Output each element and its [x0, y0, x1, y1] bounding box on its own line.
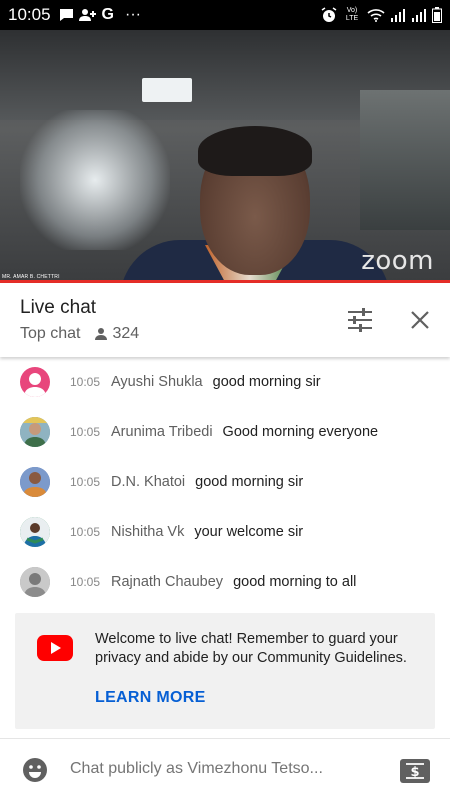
wifi-icon [367, 6, 385, 24]
avatar[interactable] [20, 417, 50, 447]
message-author[interactable]: Arunima Tribedi [111, 424, 213, 440]
welcome-message: Welcome to live chat! Remember to guard … [95, 631, 407, 666]
chat-mode-label: Top chat [20, 325, 81, 342]
video-player[interactable]: zoom MR. AMAR B. CHETTRI [0, 30, 450, 280]
message-icon [59, 6, 74, 24]
message-time: 10:05 [70, 425, 101, 439]
viewer-count-value: 324 [112, 325, 140, 342]
chat-message: 10:05 Nishitha Vk your welcome sir [0, 507, 450, 557]
signal-icon [390, 6, 406, 24]
viewer-count: 324 [94, 325, 139, 343]
superchat-icon[interactable]: $ [400, 759, 430, 783]
avatar[interactable] [20, 567, 50, 597]
message-text: Good morning everyone [222, 424, 379, 440]
signal-icon [411, 6, 427, 24]
avatar[interactable] [20, 367, 50, 397]
video-frame-light [142, 78, 192, 102]
more-icon: ··· [125, 6, 141, 23]
message-author[interactable]: Rajnath Chaubey [111, 574, 223, 590]
welcome-card: Welcome to live chat! Remember to guard … [15, 613, 435, 729]
emoji-icon[interactable] [22, 757, 48, 783]
message-text: good morning sir [212, 374, 321, 390]
video-frame-window [360, 90, 450, 230]
status-time: 10:05 [8, 5, 51, 24]
message-text: good morning sir [195, 474, 304, 490]
message-text: good morning to all [233, 574, 357, 590]
alarm-icon [321, 6, 337, 24]
live-chat-title: Live chat [20, 297, 97, 318]
status-bar: 10:05 G ··· Vo) LTE [0, 0, 450, 30]
message-author[interactable]: Ayushi Shukla [111, 374, 203, 390]
chat-message: 10:05 Arunima Tribedi Good morning everyo… [0, 407, 450, 457]
svg-text:$: $ [410, 765, 419, 780]
message-time: 10:05 [70, 375, 101, 389]
chat-mode-selector[interactable]: Top chat 324 [20, 325, 139, 343]
youtube-logo-icon [37, 635, 73, 661]
message-time: 10:05 [70, 525, 101, 539]
tune-icon[interactable] [345, 305, 375, 335]
chat-message: 10:05 Rajnath Chaubey good morning to all [0, 557, 450, 607]
chat-input-bar: $ [0, 738, 450, 800]
person-icon [95, 328, 108, 340]
battery-icon [432, 6, 442, 24]
message-time: 10:05 [70, 575, 101, 589]
chat-message-input[interactable] [70, 760, 370, 778]
message-author[interactable]: Nishitha Vk [111, 524, 184, 540]
message-text: your welcome sir [194, 524, 304, 540]
avatar[interactable] [20, 517, 50, 547]
volte-icon: Vo) LTE [345, 7, 359, 22]
video-frame-glow [20, 110, 170, 250]
message-time: 10:05 [70, 475, 101, 489]
video-person-hair [198, 126, 312, 176]
chat-message: 10:05 D.N. Khatoi good morning sir [0, 457, 450, 507]
live-chat-header: Live chat Top chat 324 [0, 283, 450, 357]
person-add-icon [78, 6, 97, 24]
message-author[interactable]: D.N. Khatoi [111, 474, 185, 490]
avatar[interactable] [20, 467, 50, 497]
google-icon: G [101, 6, 114, 23]
chat-message: 10:05 Ayushi Shukla good morning sir [0, 357, 450, 407]
close-icon[interactable] [405, 305, 435, 335]
zoom-watermark: zoom [361, 246, 434, 276]
learn-more-link[interactable]: LEARN MORE [95, 689, 206, 707]
